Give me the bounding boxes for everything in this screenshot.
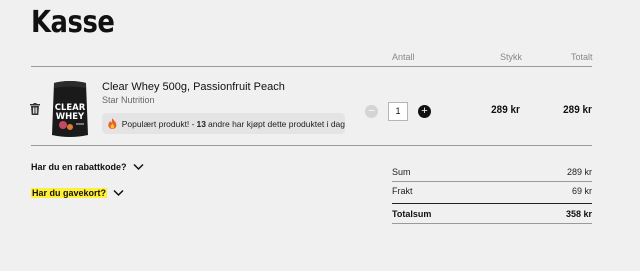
total-divider [392,203,592,204]
line-total: 289 kr [563,104,592,116]
unit-price: 289 kr [491,104,520,116]
total-bottom-divider [392,223,592,224]
subtotal-label: Sum [392,167,411,177]
product-name[interactable]: Clear Whey 500g, Passionfruit Peach [102,81,285,93]
page-title: Kasse [31,5,115,40]
chevron-down-icon [132,163,144,171]
fire-icon [108,118,117,130]
total-value: 358 kr [565,209,592,219]
shipping-label: Frakt [392,186,413,196]
popular-prefix: Populært produkt! - [121,118,195,129]
column-header-quantity: Antall [392,52,415,62]
column-header-total: Totalt [571,52,593,62]
popular-suffix: andre har kjøpt dette produktet i dag [207,118,345,129]
column-header-unit-price: Stykk [500,52,523,62]
shipping-value: 69 kr [571,186,592,196]
summary-divider [392,181,592,182]
subtotal-value: 289 kr [566,167,592,177]
quantity-decrease-button[interactable]: − [365,105,378,118]
chevron-down-icon [113,189,124,197]
header-divider [31,66,592,67]
gift-card-label: Har du gavekort? [31,188,108,198]
quantity-input[interactable]: 1 [388,102,408,121]
total-label: Totalsum [392,209,432,219]
product-brand: Star Nutrition [102,95,155,105]
trash-icon[interactable] [30,102,40,115]
item-divider [31,145,592,146]
discount-code-label: Har du en rabattkode? [31,162,127,172]
product-image[interactable]: CLEAR WHEY [50,79,90,139]
quantity-increase-button[interactable]: + [418,105,431,118]
discount-code-toggle[interactable]: Har du en rabattkode? [31,162,144,172]
popular-count: 13 [196,118,206,129]
product-image-text-line2: WHEY [56,112,85,122]
gift-card-toggle[interactable]: Har du gavekort? [31,188,124,198]
popular-product-badge: Populært produkt! - 13 andre har kjøpt d… [102,113,345,134]
